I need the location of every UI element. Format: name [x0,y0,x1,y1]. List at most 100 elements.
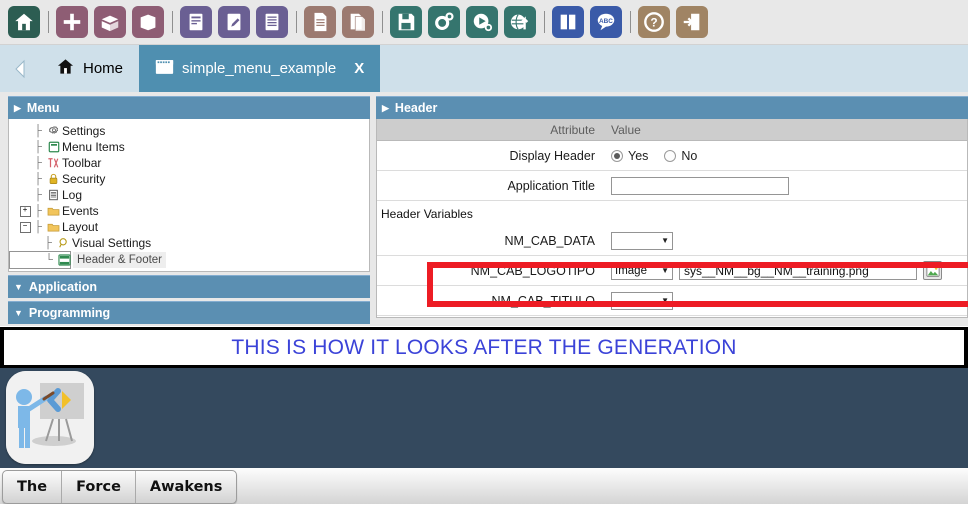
dictionary-icon[interactable]: ABC [590,6,622,38]
manual-icon[interactable] [552,6,584,38]
variable-name-nm-cab-titulo: NM_CAB_TITULO [491,293,596,308]
field-label-display-header: Display Header [509,148,595,163]
tree-elbow: ├ [44,236,52,249]
tab-close-icon[interactable]: X [354,60,364,77]
publish-icon[interactable] [504,6,536,38]
run-icon[interactable] [466,6,498,38]
sidebar-panel-programming-title: Programming [28,306,111,320]
tree-item-log[interactable]: ├ Log [9,187,369,203]
logotipo-filename-input[interactable] [679,261,917,280]
back-arrow-icon[interactable] [0,45,40,92]
radio-display-header-no[interactable]: No [664,149,697,163]
tree-item-label: Layout [62,220,99,234]
image-picker-icon[interactable] [923,261,942,280]
generated-app-menu-group: The Force Awakens [2,470,238,504]
type-select-nm-cab-titulo[interactable]: ▼ [611,291,673,310]
tree-expander-events[interactable]: + [19,205,31,217]
save-icon[interactable] [390,6,422,38]
sidebar-panel-application-header[interactable]: ▼ Application [8,275,370,298]
tree-item-toolbar[interactable]: ├ Toolbar [9,155,369,171]
tree-item-menu-items[interactable]: ├ Menu Items [9,139,369,155]
menu-items-icon [45,141,62,153]
generated-app-menubar: The Force Awakens [0,468,968,504]
list-applications-icon[interactable] [256,6,288,38]
annotation-banner-inner: THIS IS HOW IT LOOKS AFTER THE GENERATIO… [4,330,964,365]
toolbar-separator [630,11,631,33]
sidebar-panel-programming-header[interactable]: ▼ Programming [8,301,370,324]
chevron-down-icon: ▼ [661,296,669,305]
tab-simple-menu-example[interactable]: simple_menu_example X [139,45,381,92]
box-icon[interactable] [132,6,164,38]
annotation-banner: THIS IS HOW IT LOOKS AFTER THE GENERATIO… [0,327,968,368]
toolbar-separator [48,11,49,33]
variable-value-nm-cab-logotipo: Image ▼ [605,261,967,280]
chevron-down-icon: ▼ [14,308,23,318]
tree-item-visual-settings[interactable]: ├ Visual Settings [9,235,369,251]
form-row-nm-cab-data: NM_CAB_DATA ▼ [377,226,967,256]
chevron-down-icon: ▼ [661,266,669,275]
main-toolbar: ABC ? [0,0,968,45]
expander-plus-icon[interactable]: + [19,205,31,217]
header-settings-panel: ▶ Header Attribute Value Display Header … [370,92,968,326]
work-area: ▶ Menu ├ Settings ├ Menu Items ├ Toolbar… [0,92,968,326]
radio-button-on-icon[interactable] [611,149,623,162]
form-row-application-title: Application Title [377,171,967,201]
new-project-icon[interactable] [56,6,88,38]
pages-icon[interactable] [342,6,374,38]
toolbar-icon [45,157,62,169]
sidebar-panel-menu-header[interactable]: ▶ Menu [8,96,370,119]
open-box-icon[interactable] [94,6,126,38]
new-application-icon[interactable] [180,6,212,38]
form-row-nm-cab-titulo: NM_CAB_TITULO ▼ [377,286,967,316]
application-window: ABC ? Home simple_menu_example X ▶ Menu … [0,0,968,517]
tree-item-security[interactable]: ├ Security [9,171,369,187]
menu-item-force[interactable]: Force [62,471,136,503]
radio-button-off-icon[interactable] [664,149,677,162]
folder-icon [45,222,62,233]
tree-elbow: ├ [34,156,42,169]
log-icon [45,189,62,201]
toolbar-separator [544,11,545,33]
tree-item-events[interactable]: + ├ Events [9,203,369,219]
type-select-nm-cab-logotipo[interactable]: Image ▼ [611,261,673,280]
expander-minus-icon[interactable]: − [19,221,31,233]
generate-source-icon[interactable] [428,6,460,38]
tree-item-layout[interactable]: − ├ Layout [9,219,369,235]
application-title-input[interactable] [611,176,789,195]
radio-label-yes: Yes [628,148,649,163]
edit-application-icon[interactable] [218,6,250,38]
tab-active-label: simple_menu_example [182,60,337,77]
exit-icon[interactable] [676,6,708,38]
menu-item-awakens[interactable]: Awakens [136,471,236,503]
tree-item-label: Toolbar [62,156,102,170]
header-panel-title-bar[interactable]: ▶ Header [376,96,968,119]
radio-display-header-yes[interactable]: Yes [611,149,648,163]
tree-elbow: └ [45,253,53,266]
variable-value-nm-cab-titulo: ▼ [605,291,967,310]
tree-elbow: ├ [34,124,42,137]
tree-item-label: Header & Footer [73,252,167,268]
tree-item-label: Visual Settings [72,236,152,250]
tab-home-label: Home [83,60,124,77]
tree-expander-layout[interactable]: − [19,221,31,233]
home-icon[interactable] [8,6,40,38]
field-value-application-title [605,176,967,195]
home-icon [56,57,75,80]
chevron-down-icon: ▼ [661,236,669,245]
page-icon[interactable] [304,6,336,38]
variable-name-nm-cab-data: NM_CAB_DATA [504,233,595,248]
tree-item-header-and-footer[interactable]: └ Header & Footer [9,251,167,269]
variable-name-nm-cab-logotipo: NM_CAB_LOGOTIPO [470,263,595,278]
sidebar-panel-menu-title: Menu [26,101,60,115]
type-select-nm-cab-data[interactable]: ▼ [611,231,673,250]
tree-item-label: Events [62,204,99,218]
help-icon[interactable]: ? [638,6,670,38]
page-title: Header [394,101,438,115]
menu-item-the[interactable]: The [3,471,63,503]
tree-elbow: ├ [34,140,42,153]
tab-home[interactable]: Home [40,45,140,92]
tree-item-settings[interactable]: ├ Settings [9,123,369,139]
chevron-right-icon: ▶ [14,102,21,113]
generated-app-header [0,368,968,468]
tree-item-label: Settings [62,124,106,138]
